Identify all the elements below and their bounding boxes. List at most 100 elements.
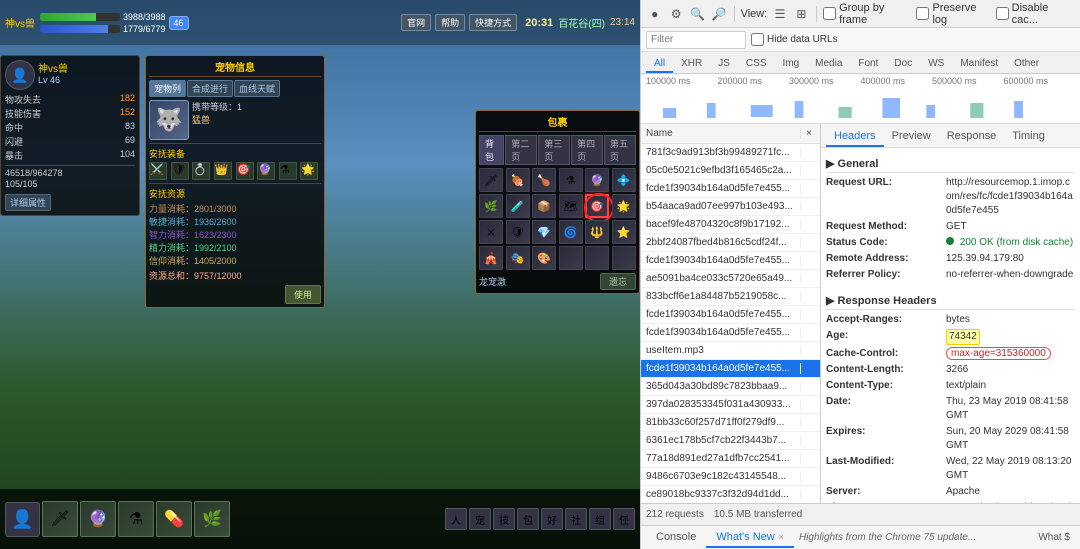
- inv-slot-23[interactable]: [585, 246, 609, 270]
- net-row-6[interactable]: fcde1f39034b164a0d5fe7e455...: [641, 252, 820, 270]
- inv-slot-17[interactable]: 🔱: [585, 220, 609, 244]
- pet-tab-compose[interactable]: 合成进行: [187, 80, 233, 97]
- disable-cache-checkbox[interactable]: [996, 7, 1009, 20]
- category-tabs[interactable]: All XHR JS CSS Img Media Font Doc WS Man…: [641, 52, 1080, 74]
- inv-slot-11-highlighted[interactable]: 🎯: [585, 194, 609, 218]
- net-row-16[interactable]: 6361ec178b5cf7cb22f3443b7...: [641, 432, 820, 450]
- cat-tab-css[interactable]: CSS: [738, 56, 775, 73]
- inv-slot-3[interactable]: 🍗: [532, 168, 556, 192]
- devtools-search-btn[interactable]: 🔎: [710, 5, 727, 23]
- inv-slot-8[interactable]: 🧪: [506, 194, 530, 218]
- action-slot-5[interactable]: 🌿: [194, 501, 230, 537]
- nav-bag[interactable]: 包: [517, 508, 539, 530]
- equip-slot-4[interactable]: 👑: [214, 162, 232, 180]
- bottom-nav-icons[interactable]: 人 宠 技 包 好 社 组 任: [445, 508, 635, 530]
- detail-tab-timing[interactable]: Timing: [1004, 127, 1053, 147]
- nav-team[interactable]: 组: [589, 508, 611, 530]
- inv-slot-19[interactable]: 🎪: [479, 246, 503, 270]
- inv-slot-12[interactable]: 🌟: [612, 194, 636, 218]
- devtools-filter-btn[interactable]: 🔍: [689, 5, 706, 23]
- action-slot-1[interactable]: 🗡: [42, 501, 78, 537]
- equip-slot-7[interactable]: ⚗: [279, 162, 297, 180]
- equip-slot-3[interactable]: 💍: [192, 162, 210, 180]
- inv-slot-6[interactable]: 💠: [612, 168, 636, 192]
- devtools-settings-btn[interactable]: ⚙: [667, 5, 684, 23]
- console-tab[interactable]: Console: [646, 528, 706, 548]
- inv-slot-15[interactable]: 💎: [532, 220, 556, 244]
- net-row-18[interactable]: 9486c6703e9c182c43145548...: [641, 468, 820, 486]
- inv-slot-2[interactable]: 🍖: [506, 168, 530, 192]
- cat-tab-all[interactable]: All: [646, 56, 673, 73]
- nav-skill[interactable]: 技: [493, 508, 515, 530]
- detail-tab-response[interactable]: Response: [939, 127, 1005, 147]
- inv-slot-21[interactable]: 🎨: [532, 246, 556, 270]
- net-row-14[interactable]: 397da028353345f031a430933...: [641, 396, 820, 414]
- inv-slot-24[interactable]: [612, 246, 636, 270]
- nav-shortcut[interactable]: 快捷方式: [469, 14, 517, 31]
- net-row-13[interactable]: 365d043a30bd89c7823bbaa9...: [641, 378, 820, 396]
- net-row-1[interactable]: 05c0e5021c9efbd3f165465c2a...: [641, 162, 820, 180]
- net-row-12-selected[interactable]: fcde1f39034b164a0d5fe7e455...: [641, 360, 820, 378]
- cat-tab-xhr[interactable]: XHR: [673, 56, 710, 73]
- disable-cache-option[interactable]: Disable cac...: [996, 2, 1075, 26]
- net-row-0[interactable]: 781f3c9ad913bf3b99489271fc...: [641, 144, 820, 162]
- view-grid-btn[interactable]: ⊞: [793, 5, 810, 23]
- view-list-btn[interactable]: ☰: [771, 5, 788, 23]
- inv-tabs[interactable]: 背包 第二页 第三页 第四页 第五页: [479, 135, 636, 165]
- pet-tabs[interactable]: 宠物列 合成进行 血线天赋: [149, 80, 321, 97]
- hide-data-urls-checkbox[interactable]: [751, 33, 764, 46]
- cat-tab-media[interactable]: Media: [807, 56, 850, 73]
- confirm-area[interactable]: 使用: [149, 285, 321, 304]
- net-row-7[interactable]: ae5091ba4ce033c5720e65a49...: [641, 270, 820, 288]
- equip-slot-5[interactable]: 🎯: [236, 162, 254, 180]
- inv-slot-16[interactable]: 🌀: [559, 220, 583, 244]
- preserve-log-checkbox[interactable]: [916, 7, 929, 20]
- detail-tab-headers[interactable]: Headers: [826, 127, 884, 147]
- net-row-5[interactable]: 2bbf24087fbed4b816c5cdf24f...: [641, 234, 820, 252]
- net-row-3[interactable]: b54aaca9ad07ee997b103e493...: [641, 198, 820, 216]
- action-slot-4[interactable]: 💊: [156, 501, 192, 537]
- action-slot-3[interactable]: ⚗: [118, 501, 154, 537]
- net-row-19[interactable]: ce89018bc9337c3f32d94d1dd...: [641, 486, 820, 503]
- nav-official-site[interactable]: 官网: [401, 14, 431, 31]
- whats-new-close[interactable]: ×: [779, 532, 784, 542]
- inv-slot-7[interactable]: 🌿: [479, 194, 503, 218]
- detail-tabs[interactable]: Headers Preview Response Timing: [821, 124, 1080, 148]
- nav-character[interactable]: 人: [445, 508, 467, 530]
- detail-attr-button[interactable]: 详细属性: [5, 194, 51, 211]
- net-row-9[interactable]: fcde1f39034b164a0d5fe7e455...: [641, 306, 820, 324]
- network-rows[interactable]: 781f3c9ad913bf3b99489271fc... 05c0e5021c…: [641, 144, 820, 503]
- inv-slot-22[interactable]: [559, 246, 583, 270]
- cat-tab-js[interactable]: JS: [710, 56, 738, 73]
- use-button[interactable]: 遗忘: [600, 273, 636, 290]
- whats-new-tab[interactable]: What's New ×: [706, 528, 794, 548]
- console-tabs[interactable]: Console What's New × Highlights from the…: [641, 525, 1080, 549]
- inv-slot-18[interactable]: ⭐: [612, 220, 636, 244]
- pet-tab-bloodline[interactable]: 血线天赋: [234, 80, 280, 97]
- inv-slot-10[interactable]: 🗺: [559, 194, 583, 218]
- action-slot-2[interactable]: 🔮: [80, 501, 116, 537]
- group-by-frame-option[interactable]: Group by frame: [823, 2, 912, 26]
- equip-slot-6[interactable]: 🔮: [257, 162, 275, 180]
- equip-slot-8[interactable]: 🌟: [300, 162, 318, 180]
- pet-tab-list[interactable]: 宠物列: [149, 80, 186, 97]
- inv-tab-3[interactable]: 第三页: [538, 135, 570, 165]
- nav-help[interactable]: 帮助: [435, 14, 465, 31]
- inv-tab-2[interactable]: 第二页: [505, 135, 537, 165]
- net-row-8[interactable]: 833bcff6e1a84487b5219058c...: [641, 288, 820, 306]
- cat-tab-img[interactable]: Img: [774, 56, 807, 73]
- nav-buttons[interactable]: 官网 帮助 快捷方式: [401, 14, 517, 31]
- hide-data-urls-option[interactable]: Hide data URLs: [751, 33, 838, 46]
- net-row-17[interactable]: 77a18d891ed27a1dfb7cc2541...: [641, 450, 820, 468]
- nav-social[interactable]: 社: [565, 508, 587, 530]
- filter-input[interactable]: [646, 31, 746, 49]
- cat-tab-other[interactable]: Other: [1006, 56, 1047, 73]
- inv-slot-20[interactable]: 🎭: [506, 246, 530, 270]
- cat-tab-manifest[interactable]: Manifest: [952, 56, 1006, 73]
- preserve-log-option[interactable]: Preserve log: [916, 2, 991, 26]
- inv-tab-1[interactable]: 背包: [479, 135, 504, 165]
- inv-slot-14[interactable]: 🛡: [506, 220, 530, 244]
- inv-slot-5[interactable]: 🔮: [585, 168, 609, 192]
- confirm-button[interactable]: 使用: [285, 285, 321, 304]
- net-row-15[interactable]: 81bb33c60f257d71ff0f279df9...: [641, 414, 820, 432]
